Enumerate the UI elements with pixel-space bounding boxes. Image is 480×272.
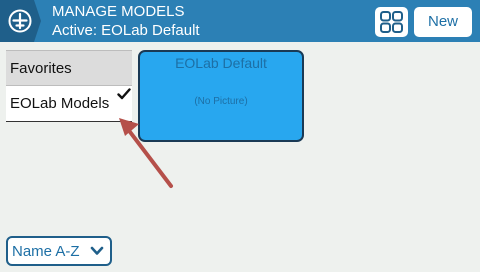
- category-favorites[interactable]: Favorites: [6, 50, 132, 86]
- grid-view-button[interactable]: [375, 7, 408, 37]
- annotation-arrow: [119, 118, 173, 188]
- model-picture-placeholder: (No Picture): [194, 96, 248, 107]
- sort-dropdown[interactable]: Name A-Z: [6, 236, 112, 266]
- airplane-icon: [8, 9, 32, 33]
- menu-button[interactable]: [0, 0, 41, 42]
- sort-selected-value: Name A-Z: [12, 243, 80, 260]
- top-header-bar: MANAGE MODELS Active: EOLab Default New: [0, 0, 480, 42]
- new-model-button[interactable]: New: [414, 7, 472, 37]
- page-title: MANAGE MODELS: [52, 3, 185, 20]
- grid-view-icon: [380, 11, 403, 33]
- model-name: EOLab Default: [175, 55, 267, 71]
- category-eolab-models[interactable]: EOLab Models: [6, 86, 132, 122]
- chevron-down-icon: [90, 246, 104, 255]
- active-model-subtitle: Active: EOLab Default: [52, 22, 200, 39]
- checkmark-icon: [117, 88, 131, 100]
